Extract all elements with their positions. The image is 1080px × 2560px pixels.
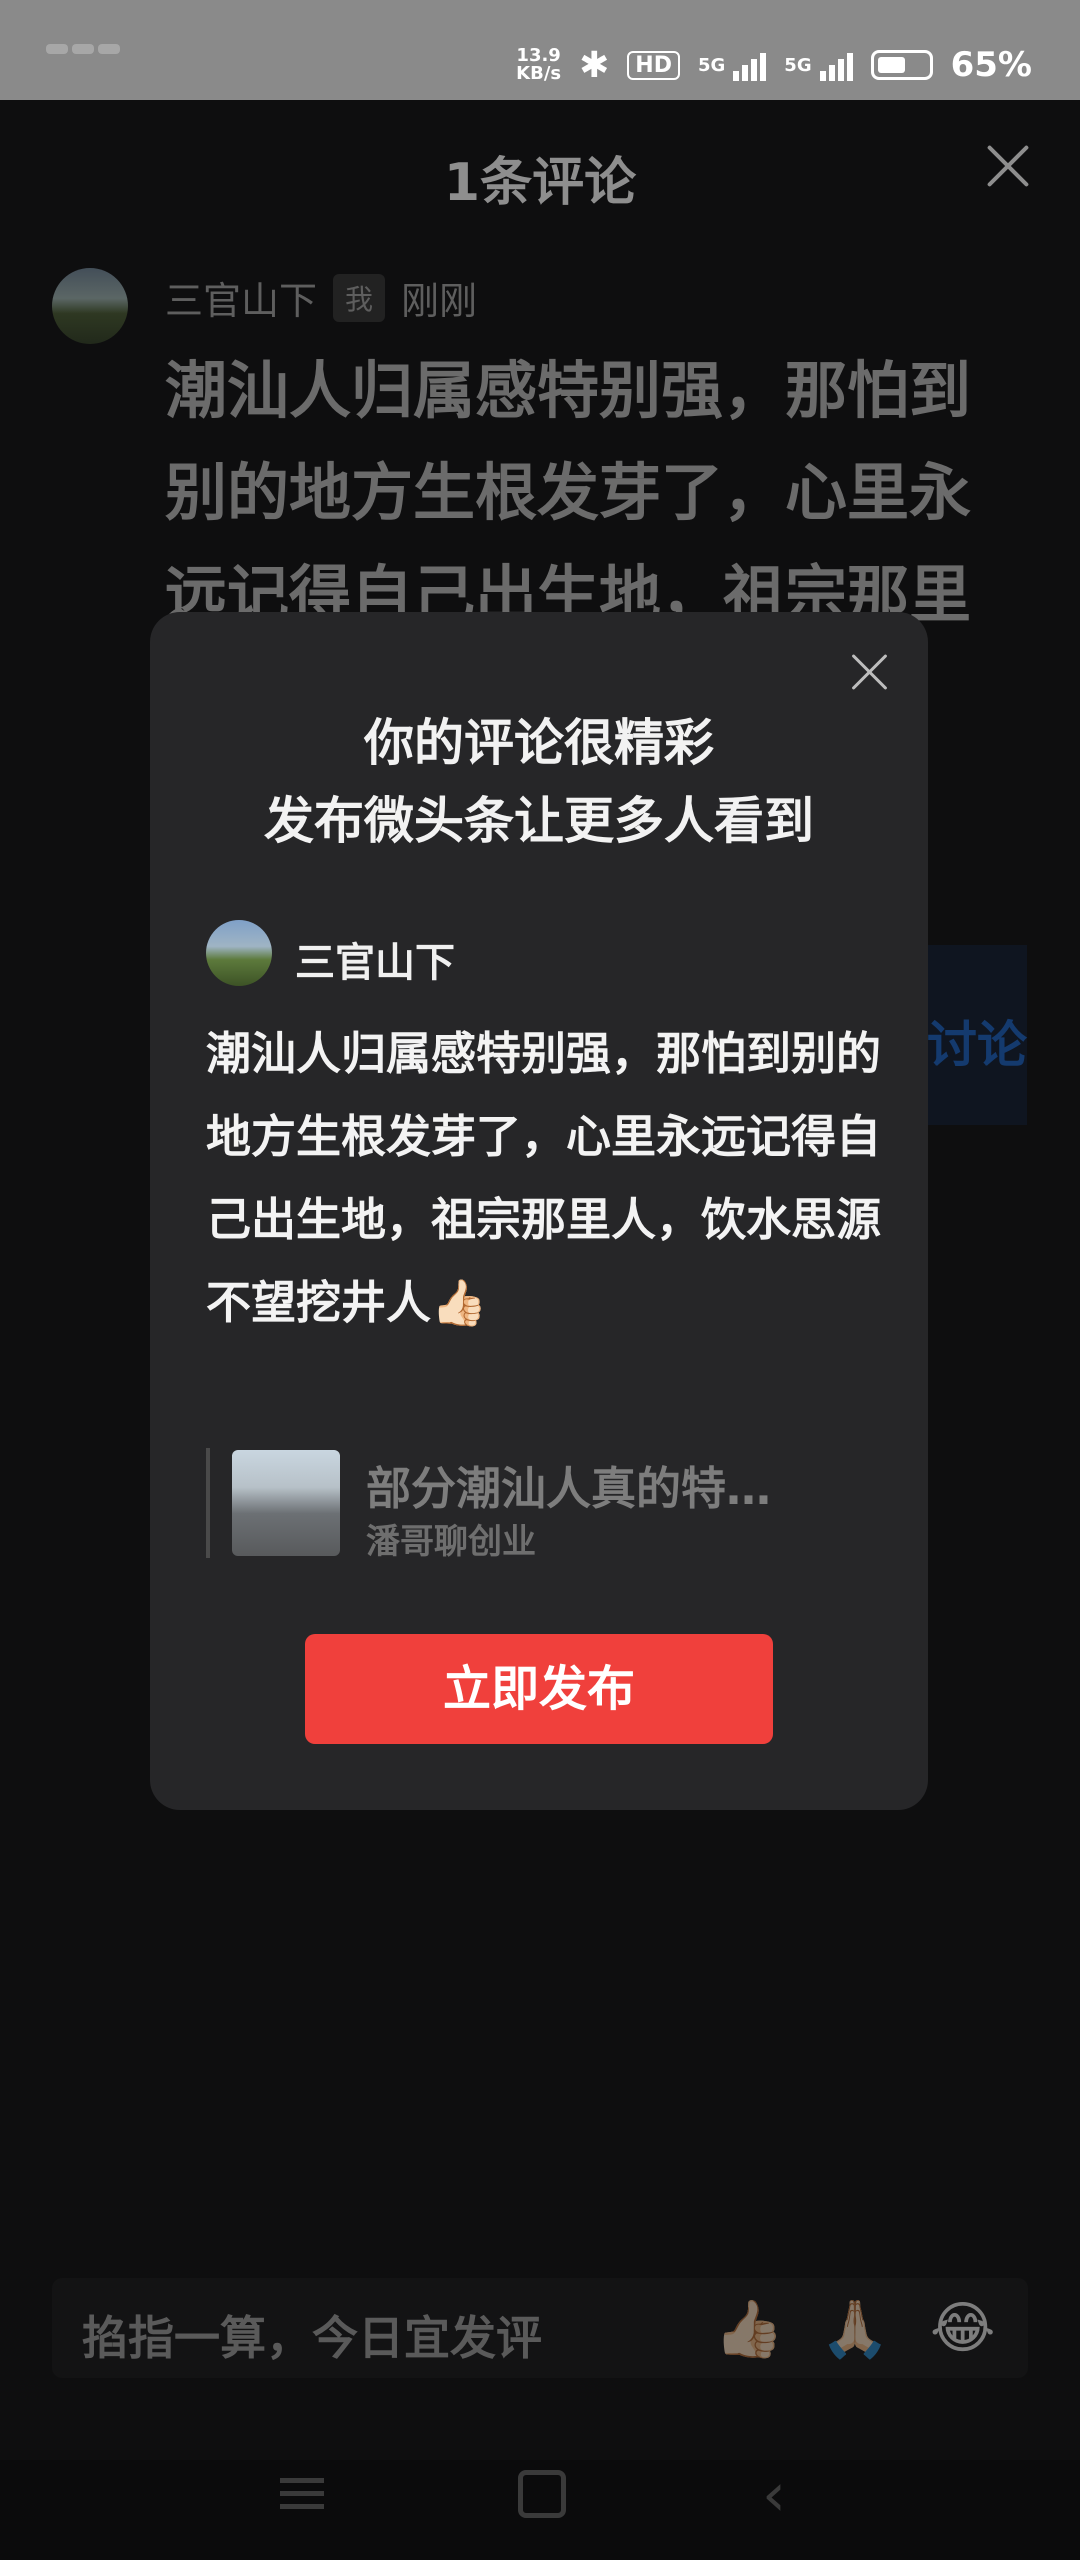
comment-input[interactable]: 掐指一算，今日宜发评 👍🏻 🙏🏻 😂 [52, 2278, 1028, 2378]
popup-title-line1: 你的评论很精彩 [364, 714, 714, 772]
close-icon[interactable] [852, 654, 888, 690]
network-speed: 13.9 KB/s [516, 47, 561, 83]
comment-author[interactable]: 三官山下 [165, 270, 317, 325]
popup-comment-text: 潮汕人归属感特别强，那怕到别的地方生根发芽了，心里永远记得自己出生地，祖宗那里人… [206, 1027, 882, 1329]
pray-emoji-button[interactable]: 🙏🏻 [820, 2296, 890, 2362]
avatar [206, 920, 272, 986]
article-thumbnail [232, 1450, 340, 1556]
article-card[interactable]: 部分潮汕人真的特… 潘哥聊创业 [206, 1448, 886, 1562]
popup-title: 你的评论很精彩 发布微头条让更多人看到 [150, 704, 928, 860]
home-icon[interactable] [518, 2470, 566, 2518]
status-bar: 13.9 KB/s ✱ HD 5G 5G 65% [0, 0, 1080, 100]
laugh-emoji-button[interactable]: 😂 [930, 2296, 995, 2361]
menu-icon[interactable] [280, 2470, 324, 2517]
signal-icon [733, 49, 767, 81]
signal-icon-2 [819, 49, 853, 81]
me-badge: 我 [333, 273, 386, 322]
comment-meta: 三官山下 我 刚刚 [165, 270, 477, 325]
publish-popup: 你的评论很精彩 发布微头条让更多人看到 三官山下 潮汕人归属感特别强，那怕到别的… [150, 612, 928, 1810]
hd-badge: HD [627, 50, 680, 80]
battery-percent: 65% [950, 45, 1032, 85]
comment-time: 刚刚 [401, 279, 478, 323]
article-title: 部分潮汕人真的特… [366, 1462, 772, 1515]
network-label-2: 5G [784, 54, 812, 76]
article-author: 潘哥聊创业 [366, 1522, 536, 1562]
thumbs-up-emoji-button[interactable]: 👍🏻 [714, 2296, 784, 2362]
back-icon[interactable]: ‹ [762, 2460, 786, 2530]
status-right: 13.9 KB/s ✱ HD 5G 5G 65% [516, 40, 1032, 90]
popup-author: 三官山下 [295, 940, 455, 986]
battery-icon [870, 50, 933, 80]
input-placeholder: 掐指一算，今日宜发评 [82, 2311, 542, 2365]
speed-unit: KB/s [516, 63, 562, 84]
close-icon[interactable] [984, 142, 1032, 190]
discuss-label: 讨论 [927, 1016, 1027, 1074]
sheet-title: 1条评论 [443, 153, 637, 213]
network-label-1: 5G [697, 54, 726, 76]
publish-button[interactable]: 立即发布 [305, 1634, 773, 1744]
avatar[interactable] [52, 268, 128, 344]
system-nav-bar: ‹ [0, 2440, 1080, 2560]
bluetooth-icon: ✱ [579, 44, 610, 86]
quote-bar [206, 1448, 210, 1558]
status-left-placeholder [44, 38, 154, 82]
popup-title-line2: 发布微头条让更多人看到 [264, 792, 814, 850]
